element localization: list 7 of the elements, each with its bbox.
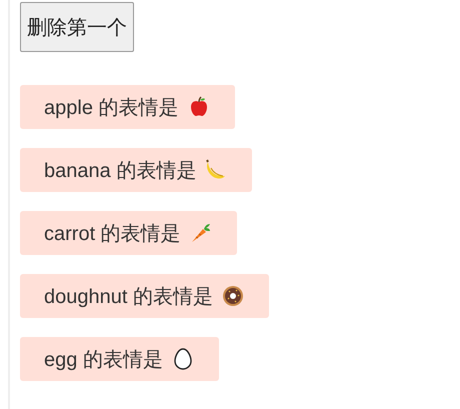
item-label: carrot 的表情是 <box>44 222 181 246</box>
item-label: banana 的表情是 <box>44 158 196 184</box>
item-label: egg 的表情是 <box>44 348 163 372</box>
item-label: apple 的表情是 <box>44 96 178 120</box>
doughnut-icon <box>220 284 245 308</box>
item-label: doughnut 的表情是 <box>44 284 213 310</box>
delete-first-button[interactable]: 删除第一个 <box>20 2 134 52</box>
